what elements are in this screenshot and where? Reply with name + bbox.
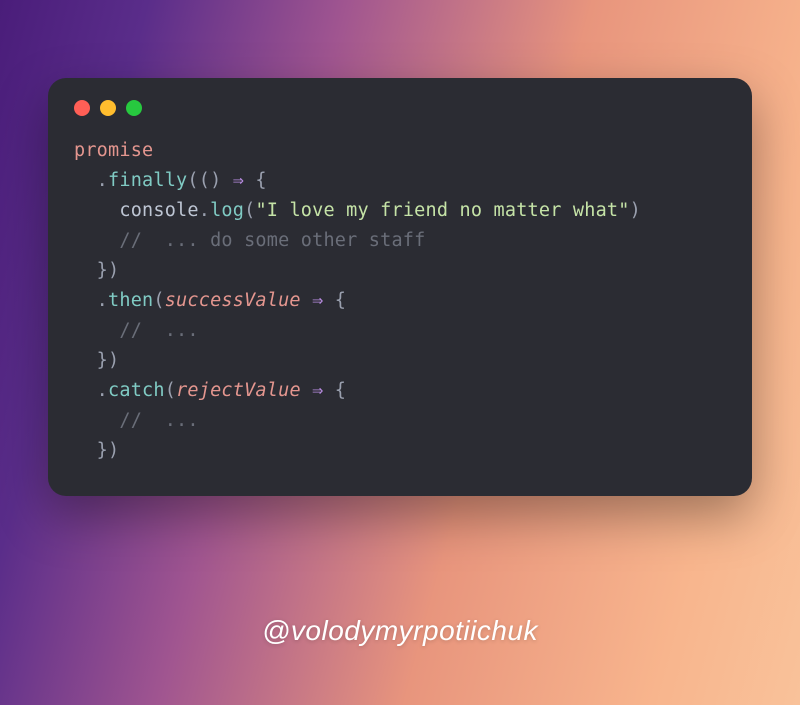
code-token: { [323, 290, 346, 311]
code-token: // ... [119, 320, 198, 341]
code-token: // ... do some other staff [119, 230, 425, 251]
code-token: }) [74, 260, 119, 281]
code-token [301, 290, 312, 311]
code-token: { [244, 170, 267, 191]
minimize-icon[interactable] [100, 100, 116, 116]
code-token: ( [165, 380, 176, 401]
code-token [74, 320, 119, 341]
code-token: catch [108, 380, 165, 401]
code-token: ( [153, 290, 164, 311]
code-token: promise [74, 140, 153, 161]
code-token: ) [630, 200, 641, 221]
code-token: . [199, 200, 210, 221]
code-token [74, 410, 119, 431]
code-token [74, 230, 119, 251]
code-token: . [74, 170, 108, 191]
code-token [301, 380, 312, 401]
code-token: { [323, 380, 346, 401]
credit-handle: @volodymyrpotiichuk [0, 615, 800, 647]
code-token: ⇒ [312, 380, 323, 401]
code-token: "I love my friend no matter what" [255, 200, 629, 221]
code-window: promise .finally(() ⇒ { console.log("I l… [48, 78, 752, 496]
code-token: successValue [165, 290, 301, 311]
code-token [74, 200, 119, 221]
code-token: (() [187, 170, 232, 191]
code-token: ( [244, 200, 255, 221]
code-token: rejectValue [176, 380, 301, 401]
code-token: }) [74, 350, 119, 371]
code-block: promise .finally(() ⇒ { console.log("I l… [74, 136, 726, 466]
maximize-icon[interactable] [126, 100, 142, 116]
code-token: }) [74, 440, 119, 461]
code-token: ⇒ [233, 170, 244, 191]
code-token: log [210, 200, 244, 221]
code-token: // ... [119, 410, 198, 431]
code-token: ⇒ [312, 290, 323, 311]
code-token: . [74, 290, 108, 311]
code-token: finally [108, 170, 187, 191]
code-token: console [119, 200, 198, 221]
code-token: then [108, 290, 153, 311]
close-icon[interactable] [74, 100, 90, 116]
window-controls [74, 100, 726, 116]
code-token: . [74, 380, 108, 401]
